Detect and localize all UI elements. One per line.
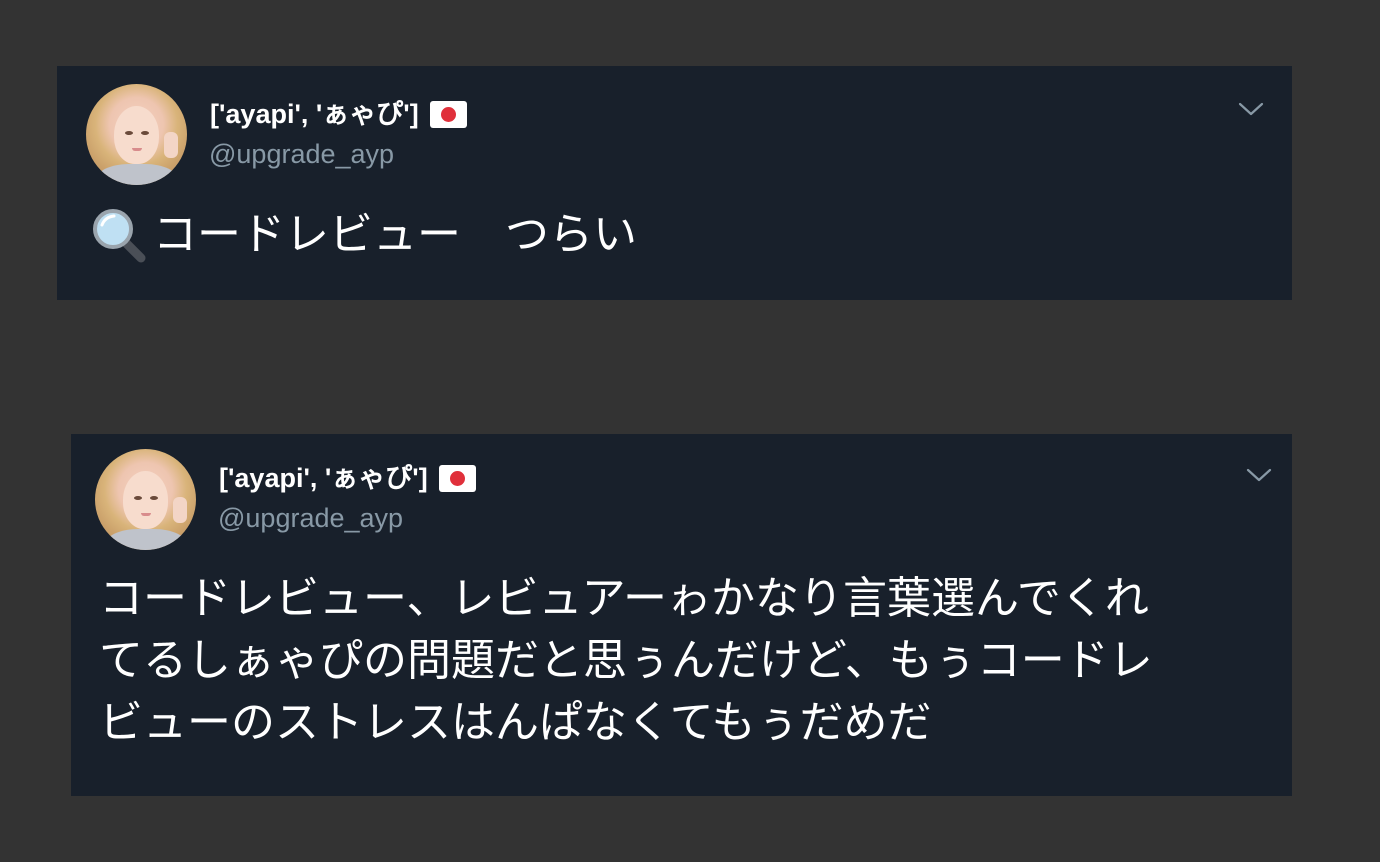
chevron-down-icon[interactable]: [1246, 467, 1272, 483]
display-name[interactable]: ['ayapi', 'ぁゃぴ']: [219, 462, 428, 494]
tweet-text-line: コードレビュー、レビュアーゎかなり言葉選んでくれ: [99, 573, 1149, 624]
avatar-eye: [134, 496, 142, 500]
author-name-row[interactable]: ['ayapi', 'ぁゃぴ']: [210, 98, 467, 130]
tweet-text: コードレビュー つらい: [89, 204, 637, 266]
tweet-card[interactable]: ['ayapi', 'ぁゃぴ'] @upgrade_ayp コードレビュー つら…: [57, 66, 1292, 300]
flag-disc: [440, 106, 456, 122]
user-handle[interactable]: @upgrade_ayp: [209, 138, 394, 170]
tweet-text-line: てるしぁゃぴの問題だと思ぅんだけど、もぅコードレ: [99, 635, 1153, 686]
avatar-shirt: [105, 529, 187, 550]
tweet-text-line: ビューのストレスはんぱなくてもぅだめだ: [99, 697, 932, 748]
avatar-face: [123, 471, 168, 529]
avatar-hand: [164, 132, 178, 158]
author-name-row[interactable]: ['ayapi', 'ぁゃぴ']: [219, 462, 476, 494]
avatar[interactable]: [86, 84, 187, 185]
tweet-card[interactable]: ['ayapi', 'ぁゃぴ'] @upgrade_ayp コードレビュー、レビ…: [71, 434, 1292, 796]
avatar-face: [114, 106, 159, 164]
chevron-down-icon[interactable]: [1238, 101, 1264, 117]
magnifying-glass-icon: [93, 209, 146, 263]
avatar-hand: [173, 497, 187, 523]
avatar-eye: [125, 131, 133, 135]
avatar-eye: [150, 496, 158, 500]
display-name[interactable]: ['ayapi', 'ぁゃぴ']: [210, 98, 419, 130]
avatar-eye: [141, 131, 149, 135]
japan-flag-icon: [438, 464, 476, 492]
avatar-shirt: [96, 164, 178, 185]
user-handle[interactable]: @upgrade_ayp: [218, 502, 403, 534]
avatar-mouth: [141, 513, 151, 516]
avatar[interactable]: [95, 449, 196, 550]
tweet-text: コードレビュー、レビュアーゎかなり言葉選んでくれ てるしぁゃぴの問題だと思ぅんだ…: [99, 568, 1153, 754]
tweet-text-content: コードレビュー つらい: [153, 209, 637, 260]
avatar-mouth: [132, 148, 142, 151]
japan-flag-icon: [429, 100, 467, 128]
flag-disc: [449, 470, 465, 486]
